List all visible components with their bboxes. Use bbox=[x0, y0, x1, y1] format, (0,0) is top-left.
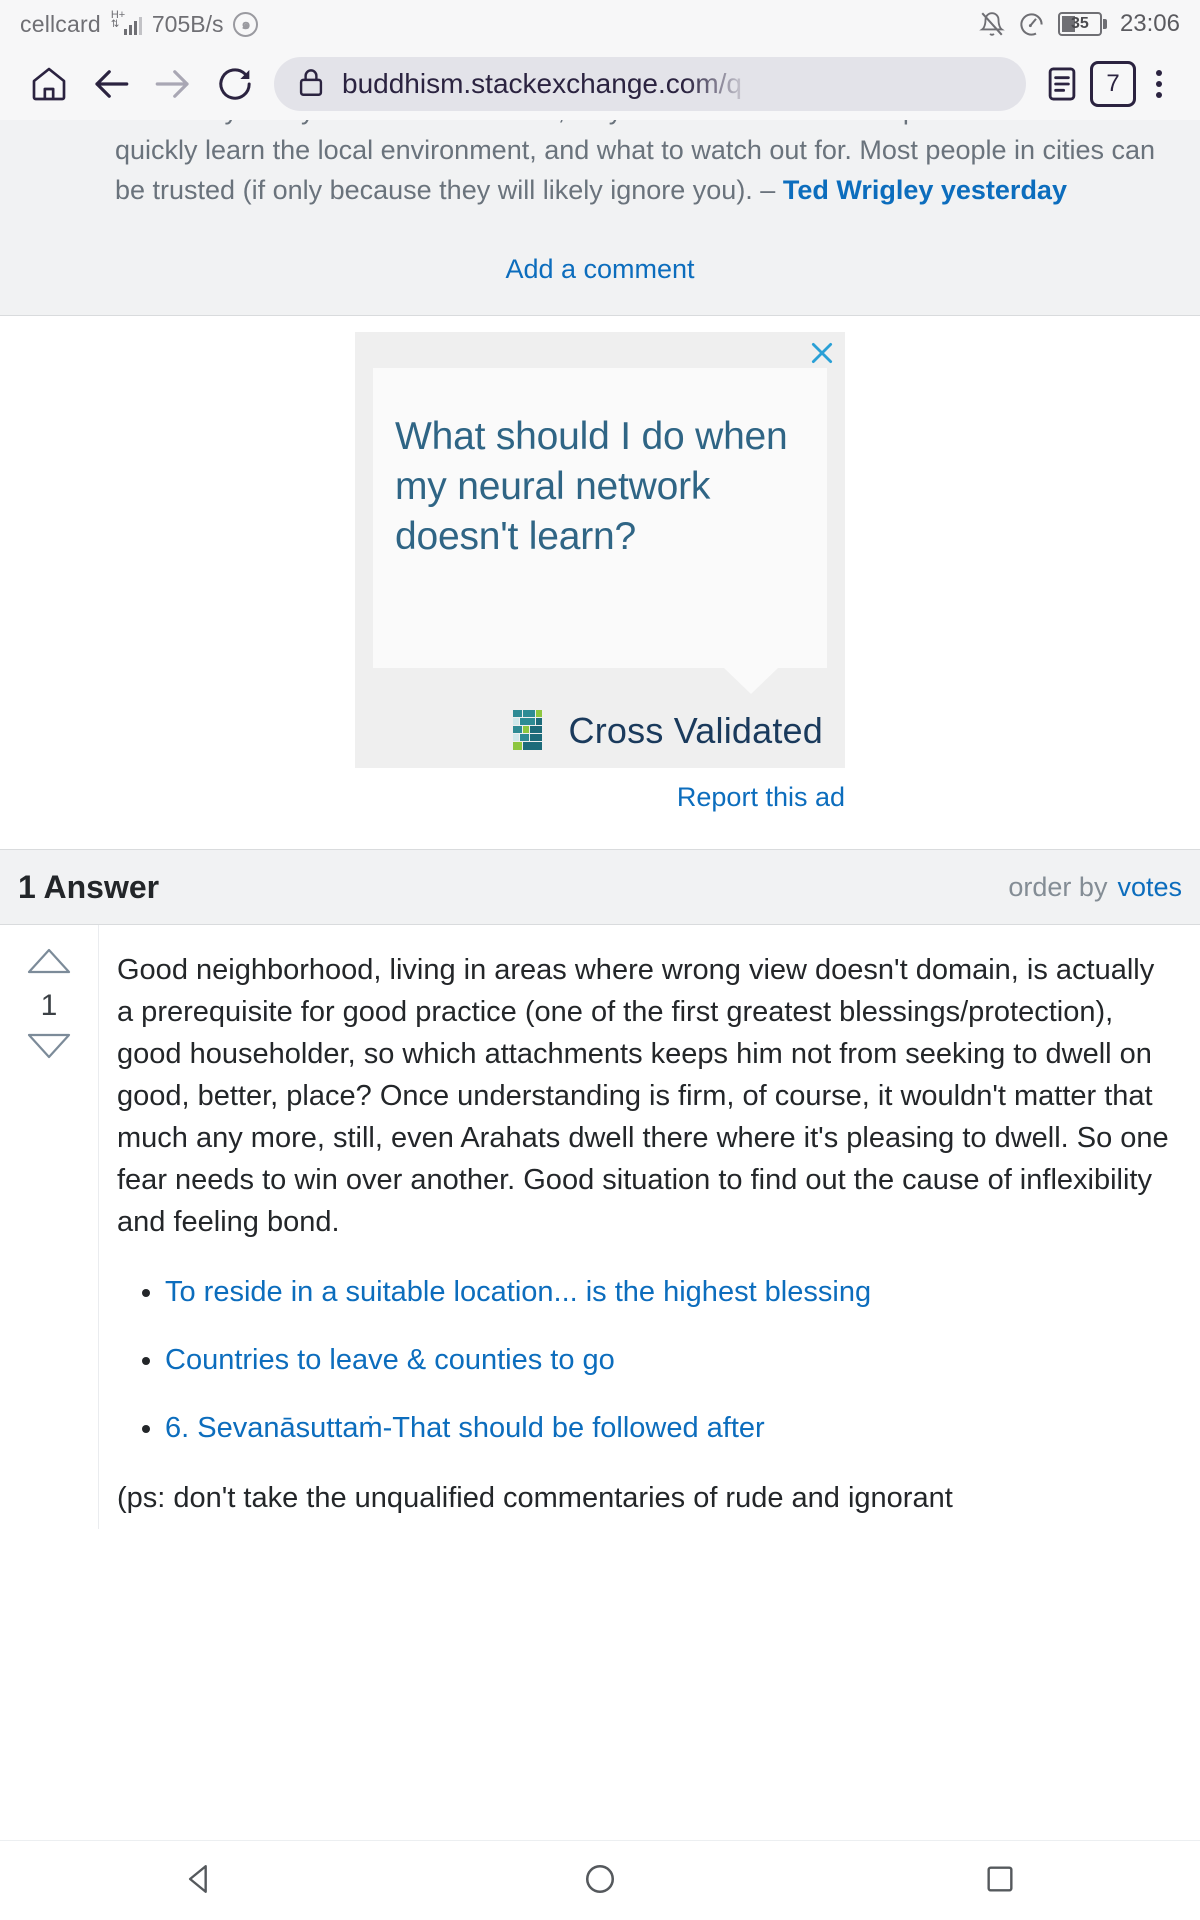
arrow-up-triangle-icon[interactable] bbox=[26, 947, 72, 980]
nav-back-triangle-icon[interactable] bbox=[178, 1857, 222, 1901]
status-bar-right: 35 23:06 bbox=[979, 10, 1180, 38]
speedometer-icon bbox=[1018, 11, 1045, 38]
arrow-forward-icon bbox=[142, 53, 204, 115]
battery-icon: 35 bbox=[1057, 12, 1107, 36]
home-icon[interactable] bbox=[18, 53, 80, 115]
ad-speech-bubble: What should I do when my neural network … bbox=[373, 368, 827, 694]
answers-header: 1 Answer order by votes bbox=[0, 849, 1200, 925]
nav-home-circle-icon[interactable] bbox=[578, 1857, 622, 1901]
vote-count: 1 bbox=[40, 989, 58, 1022]
page-content: come stay with you for a week or two, so… bbox=[0, 120, 1200, 1916]
add-comment-link[interactable]: Add a comment bbox=[18, 228, 1182, 315]
ad-box[interactable]: What should I do when my neural network … bbox=[355, 332, 845, 768]
system-nav-bar bbox=[0, 1840, 1200, 1916]
ad-brand: Cross Validated bbox=[373, 708, 827, 754]
clock-label: 23:06 bbox=[1119, 10, 1180, 37]
order-by: order by votes bbox=[1008, 872, 1182, 903]
answer-link-2[interactable]: Countries to leave & counties to go bbox=[165, 1344, 615, 1376]
lock-icon bbox=[294, 65, 328, 104]
answer-body: Good neighborhood, living in areas where… bbox=[99, 925, 1200, 1529]
list-item: 6. Sevanāsuttaṁ-That should be followed … bbox=[165, 1409, 1176, 1447]
answers-count-title: 1 Answer bbox=[18, 868, 160, 905]
comment-cut-line: come stay with you for a week or two, so… bbox=[115, 120, 1167, 130]
report-ad-link[interactable]: Report this ad bbox=[355, 782, 845, 813]
order-by-votes-link[interactable]: votes bbox=[1117, 872, 1182, 902]
data-saver-icon: ๑ bbox=[233, 11, 259, 37]
comment-body: come stay with you for a week or two, so… bbox=[18, 120, 1182, 210]
arrow-back-icon[interactable] bbox=[80, 53, 142, 115]
list-item: Countries to leave & counties to go bbox=[165, 1341, 1176, 1379]
answer-link-1[interactable]: To reside in a suitable location... is t… bbox=[165, 1276, 871, 1308]
data-arrows-icon: ⇅ bbox=[110, 19, 120, 30]
report-ad-row: Report this ad bbox=[0, 768, 1200, 813]
battery-level-label: 35 bbox=[1071, 15, 1089, 32]
network-speed-label: 705B/s bbox=[151, 10, 224, 37]
answer-paragraph: Good neighborhood, living in areas where… bbox=[117, 954, 1169, 1238]
signal-strength-icon: H+ ⇅ bbox=[110, 10, 142, 35]
status-bar: cellcard H+ ⇅ 705B/s ๑ 35 23:06 bbox=[0, 0, 1200, 48]
ad-brand-label: Cross Validated bbox=[568, 710, 823, 751]
comment-date-link[interactable]: yesterday bbox=[941, 175, 1067, 205]
close-icon[interactable] bbox=[809, 340, 835, 366]
tab-count-button[interactable]: 7 bbox=[1090, 61, 1136, 107]
carrier-label: cellcard bbox=[20, 10, 101, 37]
reader-mode-icon[interactable] bbox=[1034, 53, 1090, 115]
bell-muted-icon bbox=[979, 11, 1005, 37]
comment-block: come stay with you for a week or two, so… bbox=[0, 120, 1200, 316]
ad-headline: What should I do when my neural network … bbox=[395, 415, 788, 558]
url-text: buddhism.stackexchange.com/q bbox=[342, 68, 742, 99]
kebab-menu-icon[interactable] bbox=[1136, 61, 1182, 107]
comment-clip: come stay with you for a week or two, so… bbox=[18, 120, 1182, 228]
arrow-down-triangle-icon[interactable] bbox=[26, 1032, 72, 1065]
list-item: To reside in a suitable location... is t… bbox=[165, 1273, 1176, 1311]
comment-author-link[interactable]: Ted Wrigley bbox=[783, 175, 934, 205]
answer-ps-line: (ps: don't take the unqualified commenta… bbox=[117, 1482, 953, 1514]
answer-link-list: To reside in a suitable location... is t… bbox=[165, 1273, 1176, 1447]
signal-bars-icon bbox=[123, 17, 142, 35]
advertisement: What should I do when my neural network … bbox=[0, 316, 1200, 823]
order-by-label: order by bbox=[1008, 871, 1108, 902]
status-bar-left: cellcard H+ ⇅ 705B/s ๑ bbox=[20, 10, 259, 38]
url-bar[interactable]: buddhism.stackexchange.com/q bbox=[274, 57, 1026, 111]
answer-item: 1 Good neighborhood, living in areas whe… bbox=[0, 925, 1200, 1529]
cross-validated-logo-icon bbox=[512, 710, 542, 750]
vote-cell: 1 bbox=[0, 925, 99, 1529]
reload-icon[interactable] bbox=[204, 53, 266, 115]
nav-recents-square-icon[interactable] bbox=[978, 1857, 1022, 1901]
scroll-region[interactable]: come stay with you for a week or two, so… bbox=[0, 120, 1200, 1916]
answer-link-3[interactable]: 6. Sevanāsuttaṁ-That should be followed … bbox=[165, 1412, 765, 1444]
browser-toolbar: buddhism.stackexchange.com/q 7 bbox=[0, 48, 1200, 120]
